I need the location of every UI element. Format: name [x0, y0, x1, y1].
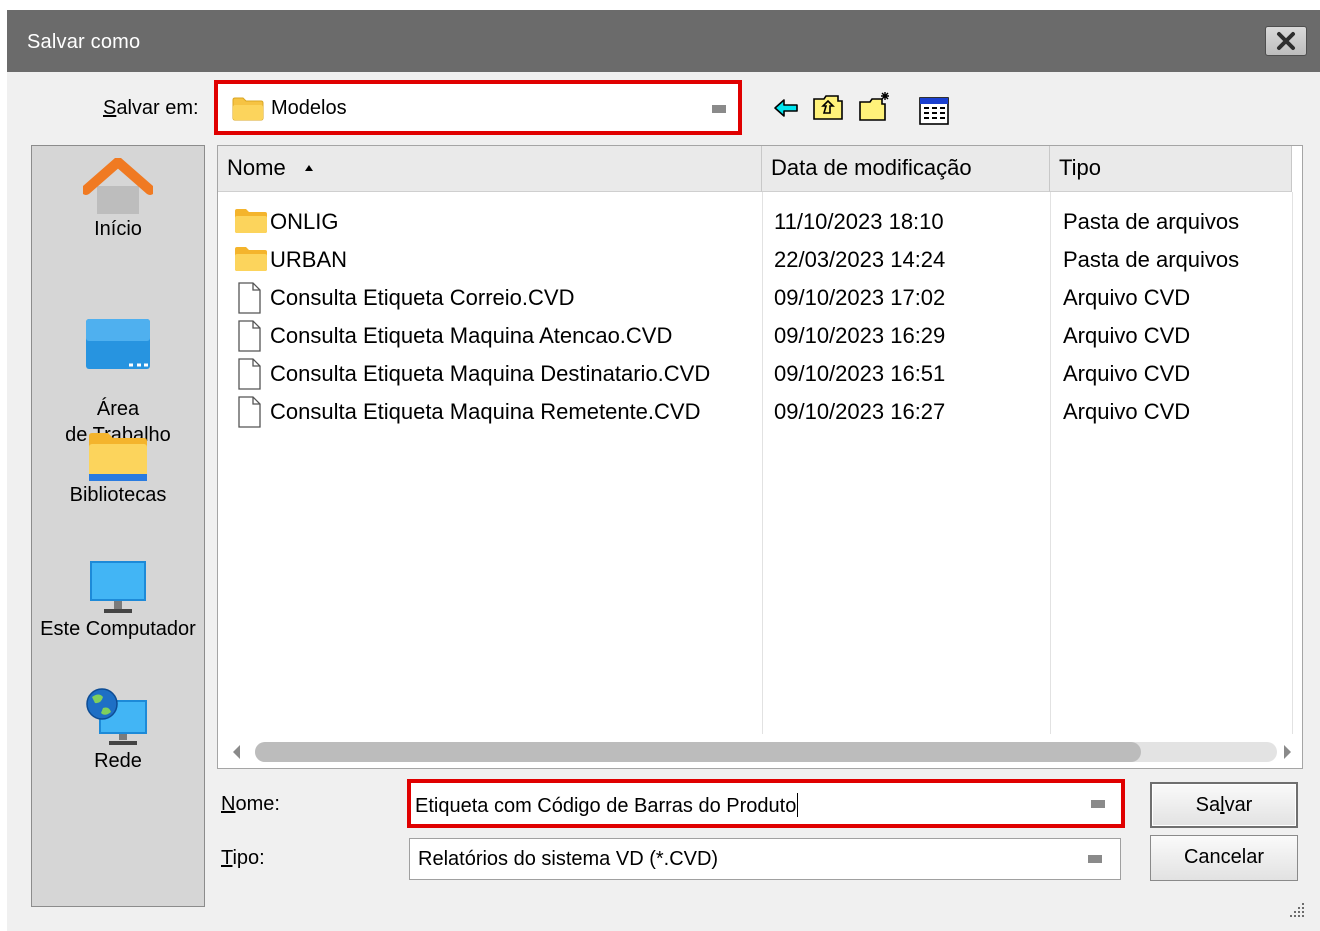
sort-ascending-icon: [304, 165, 313, 171]
save-as-dialog: Salvar como Salvar em: Modelos Início Ár…: [7, 10, 1320, 931]
close-icon: [1277, 32, 1295, 50]
file-date: 09/10/2023 16:51: [774, 361, 946, 386]
folder-icon: [235, 247, 267, 271]
up-one-level-button[interactable]: [811, 90, 845, 124]
file-type: Arquivo CVD: [1063, 323, 1191, 348]
file-date: 09/10/2023 16:29: [774, 323, 946, 348]
resize-grip-icon[interactable]: [1287, 900, 1305, 918]
file-name: URBAN: [270, 247, 348, 272]
dialog-title: Salvar como: [27, 31, 141, 53]
file-type: Arquivo CVD: [1063, 399, 1191, 424]
file-row[interactable]: Consulta Etiqueta Maquina Atencao.CVD 09…: [218, 317, 1302, 355]
back-button[interactable]: [769, 91, 803, 125]
file-name: Consulta Etiqueta Correio.CVD: [270, 285, 575, 310]
column-header-name[interactable]: Nome: [218, 146, 762, 192]
scroll-right-icon[interactable]: [1283, 744, 1293, 760]
column-header-type[interactable]: Tipo: [1050, 146, 1292, 192]
chevron-down-icon[interactable]: [1091, 800, 1105, 808]
file-list[interactable]: Nome Data de modificação Tipo ONLIG 11/1…: [217, 145, 1303, 769]
new-folder-icon: [859, 92, 889, 121]
filetype-value: Relatórios do sistema VD (*.CVD): [418, 848, 719, 870]
place-bibliotecas[interactable]: Bibliotecas: [32, 432, 204, 508]
folder-icon: [235, 209, 267, 233]
file-name: ONLIG: [270, 209, 339, 234]
view-menu-button[interactable]: [917, 94, 951, 128]
scrollbar-thumb[interactable]: [255, 742, 1141, 762]
file-date: 09/10/2023 16:27: [774, 399, 946, 424]
file-name: Consulta Etiqueta Maquina Remetente.CVD: [270, 399, 701, 424]
file-type: Pasta de arquivos: [1063, 209, 1240, 234]
document-icon: [238, 282, 261, 314]
file-row[interactable]: Consulta Etiqueta Maquina Remetente.CVD …: [218, 393, 1302, 431]
horizontal-scrollbar[interactable]: [219, 734, 1301, 768]
file-type: Arquivo CVD: [1063, 361, 1191, 386]
up-folder-icon: [813, 95, 843, 120]
save-in-label: Salvar em:: [103, 97, 199, 119]
file-type: Pasta de arquivos: [1063, 247, 1240, 272]
filename-label: Nome:: [221, 793, 280, 815]
save-in-value: Modelos: [271, 97, 347, 119]
desktop-icon: [86, 319, 150, 369]
places-bar: Início Área de Trabalho Bibliotecas Este…: [31, 145, 205, 907]
place-rede[interactable]: Rede: [32, 686, 204, 774]
filetype-label: Tipo:: [221, 847, 265, 869]
filename-input[interactable]: Etiqueta com Código de Barras do Produto: [407, 779, 1125, 828]
file-name: Consulta Etiqueta Maquina Atencao.CVD: [270, 323, 673, 348]
place-area-de-trabalho[interactable]: Área de Trabalho: [32, 292, 204, 448]
file-date: 11/10/2023 18:10: [774, 209, 944, 234]
column-header-date[interactable]: Data de modificação: [762, 146, 1050, 192]
chevron-down-icon[interactable]: [712, 105, 726, 113]
view-menu-icon: [919, 97, 949, 125]
document-icon: [238, 320, 261, 352]
new-folder-button[interactable]: [858, 89, 892, 123]
filename-value: Etiqueta com Código de Barras do Produto: [415, 793, 799, 817]
close-button[interactable]: [1265, 26, 1307, 56]
file-name: Consulta Etiqueta Maquina Destinatario.C…: [270, 361, 711, 386]
file-row[interactable]: URBAN 22/03/2023 14:24 Pasta de arquivos: [218, 241, 1302, 279]
text-caret: [797, 793, 799, 817]
filetype-dropdown[interactable]: Relatórios do sistema VD (*.CVD): [409, 838, 1121, 880]
file-row[interactable]: ONLIG 11/10/2023 18:10 Pasta de arquivos: [218, 203, 1302, 241]
file-date: 09/10/2023 17:02: [774, 285, 946, 310]
folder-icon: [232, 97, 264, 121]
libraries-folder-icon: [89, 433, 147, 481]
file-row[interactable]: Consulta Etiqueta Correio.CVD 09/10/2023…: [218, 279, 1302, 317]
save-button[interactable]: Salvar: [1150, 782, 1298, 828]
file-date: 22/03/2023 14:24: [774, 247, 946, 272]
chevron-down-icon[interactable]: [1088, 855, 1102, 863]
network-icon: [86, 688, 147, 745]
file-type: Arquivo CVD: [1063, 285, 1191, 310]
home-icon: [83, 158, 153, 214]
save-in-dropdown[interactable]: Modelos: [214, 80, 742, 135]
place-inicio[interactable]: Início: [32, 158, 204, 242]
scroll-left-icon[interactable]: [231, 744, 241, 760]
document-icon: [238, 396, 261, 428]
document-icon: [238, 358, 261, 390]
file-row[interactable]: Consulta Etiqueta Maquina Destinatario.C…: [218, 355, 1302, 393]
title-bar[interactable]: Salvar como: [7, 10, 1320, 72]
computer-icon: [90, 561, 146, 613]
cancel-button[interactable]: Cancelar: [1150, 835, 1298, 881]
back-arrow-icon: [774, 99, 798, 117]
place-este-computador[interactable]: Este Computador: [32, 560, 204, 642]
